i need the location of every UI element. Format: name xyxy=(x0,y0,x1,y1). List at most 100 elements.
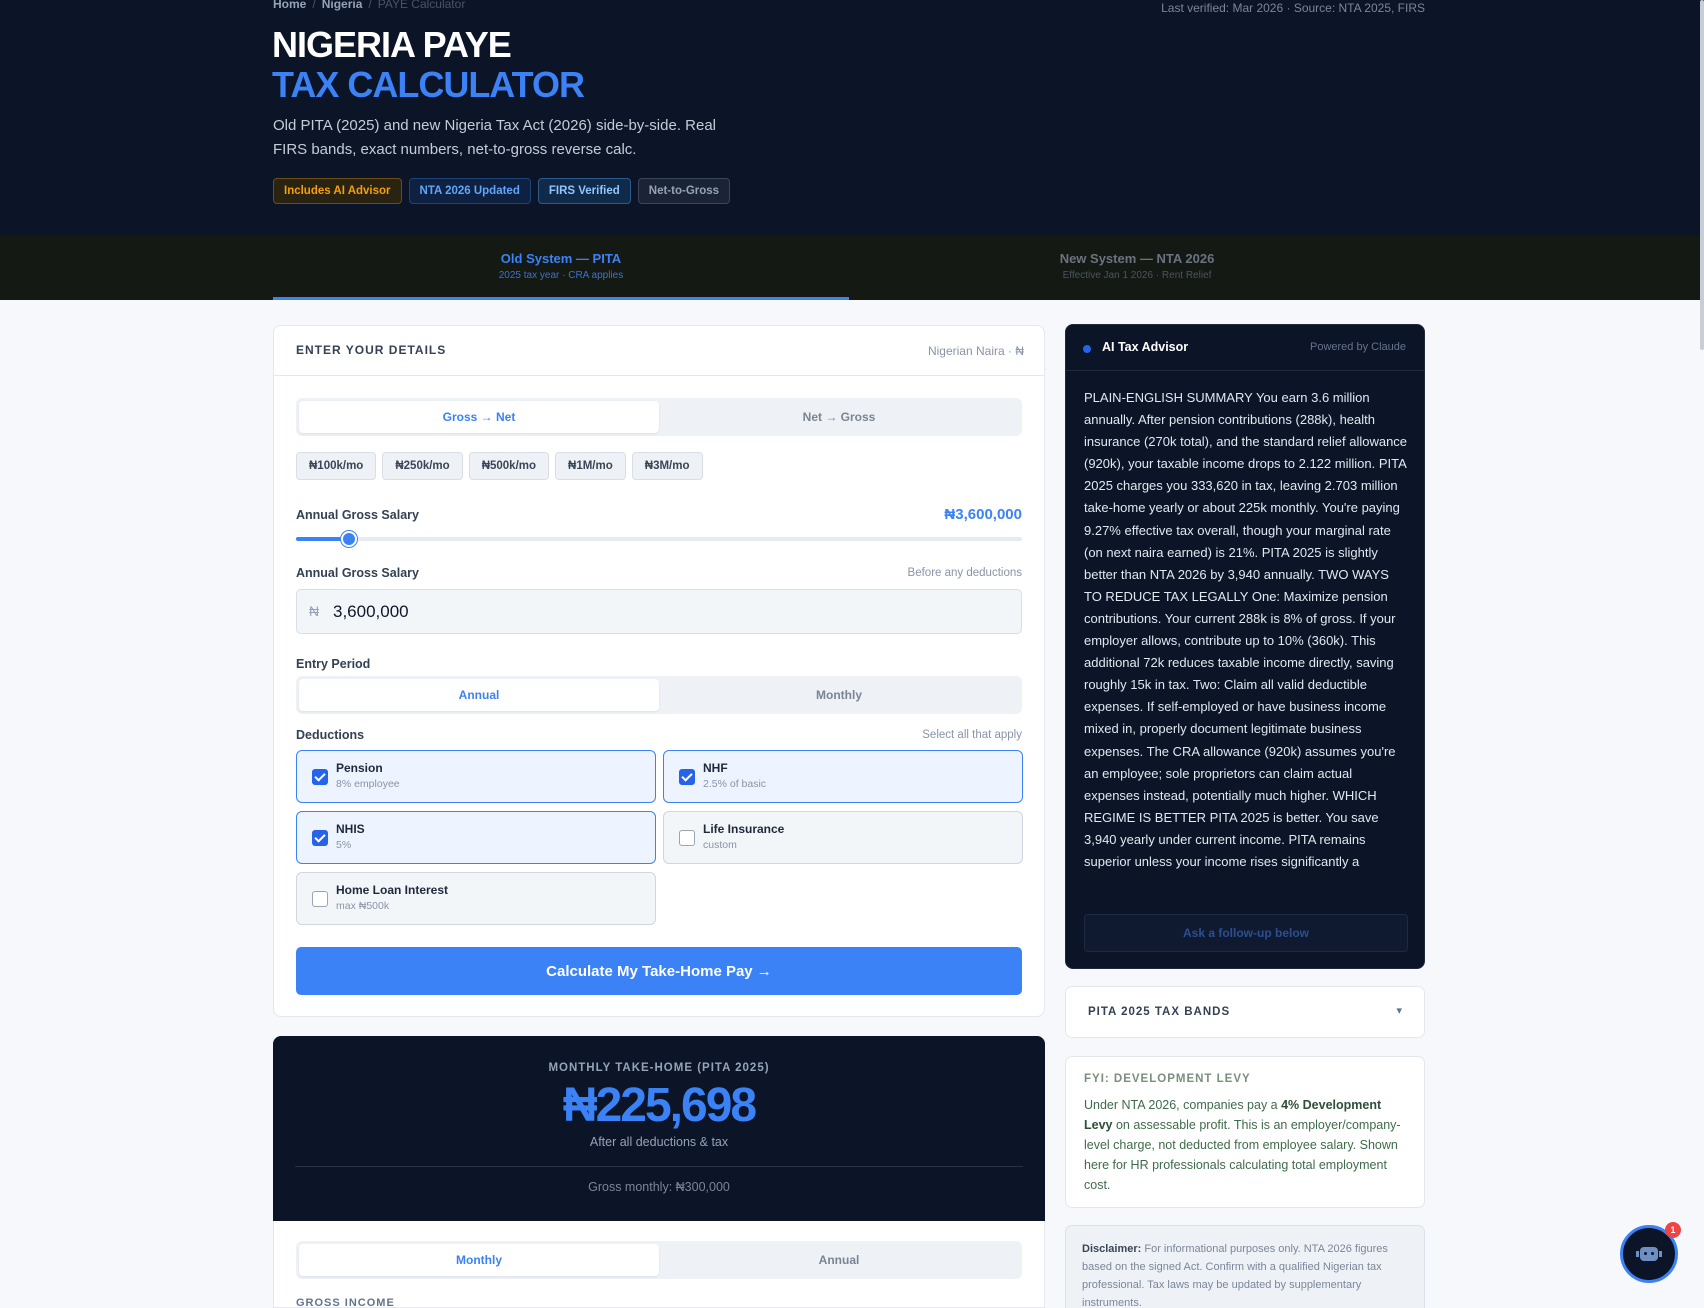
checkbox-nhf[interactable] xyxy=(679,769,695,785)
robot-icon xyxy=(1640,1247,1658,1261)
checkbox-life-insurance[interactable] xyxy=(679,830,695,846)
tax-bands-accordion[interactable]: PITA 2025 TAX BANDS ▾ xyxy=(1065,986,1425,1038)
gross-income-heading: GROSS INCOME xyxy=(296,1297,395,1308)
breadcrumb: Home / Nigeria / PAYE Calculator xyxy=(273,0,465,11)
development-levy-note: FYI: DEVELOPMENT LEVY Under NTA 2026, co… xyxy=(1065,1056,1425,1208)
input-hint: Before any deductions xyxy=(907,567,1022,579)
period-monthly-option[interactable]: Monthly xyxy=(659,679,1019,711)
deduction-nhf[interactable]: NHF 2.5% of basic xyxy=(663,750,1023,803)
ai-advice-text[interactable]: PLAIN-ENGLISH SUMMARY You earn 3.6 milli… xyxy=(1084,387,1409,897)
status-dot-icon xyxy=(1083,345,1091,353)
details-title: ENTER YOUR DETAILS xyxy=(296,343,447,357)
details-card-header: ENTER YOUR DETAILS Nigerian Naira · ₦ xyxy=(274,326,1044,376)
tab-sublabel: Effective Jan 1 2026 · Rent Relief xyxy=(1062,270,1212,281)
tab-sublabel: 2025 tax year · CRA applies xyxy=(498,270,624,281)
period-toggle: Annual Monthly xyxy=(296,676,1022,714)
net-to-gross-option[interactable]: Net → Gross xyxy=(659,401,1019,433)
deduction-pension[interactable]: Pension 8% employee xyxy=(296,750,656,803)
robot-ear xyxy=(1659,1251,1662,1257)
ai-advisor-title: AI Tax Advisor xyxy=(1102,340,1189,354)
deduction-name: NHIS xyxy=(336,822,365,836)
preset-1m[interactable]: ₦1M/mo xyxy=(555,452,626,480)
tab-label: New System — NTA 2026 xyxy=(1059,251,1215,266)
period-annual-option[interactable]: Annual xyxy=(299,679,659,711)
powered-by: Powered by Claude xyxy=(1309,341,1406,353)
input-label: Annual Gross Salary xyxy=(296,566,419,580)
view-annual-option[interactable]: Annual xyxy=(659,1244,1019,1276)
currency-label: Nigerian Naira · ₦ xyxy=(927,344,1024,358)
preset-500k[interactable]: ₦500k/mo xyxy=(468,452,550,480)
gross-to-net-option[interactable]: Gross → Net xyxy=(299,401,659,433)
follow-up-button[interactable]: Ask a follow-up below xyxy=(1084,914,1408,952)
disclaimer-text: Disclaimer: For informational purposes o… xyxy=(1082,1240,1412,1308)
page-title-line1: NIGERIA PAYE xyxy=(272,24,512,65)
notification-count-badge: 1 xyxy=(1665,1222,1681,1238)
last-verified: Last verified: Mar 2026 · Source: NTA 20… xyxy=(1161,1,1425,15)
breakdown-panel: Monthly Annual GROSS INCOME xyxy=(273,1221,1045,1308)
period-label: Entry Period xyxy=(296,657,371,671)
deduction-sub: max ₦500k xyxy=(336,900,390,912)
fyi-text-post: on assessable profit. This is an employe… xyxy=(1084,1118,1401,1192)
ai-advisor-header: AI Tax Advisor Powered by Claude xyxy=(1066,325,1424,371)
badge-net-to-gross: Net-to-Gross xyxy=(637,178,731,204)
details-card: ENTER YOUR DETAILS Nigerian Naira · ₦ Gr… xyxy=(273,325,1045,1017)
salary-input[interactable] xyxy=(333,600,933,624)
breadcrumb-separator: / xyxy=(312,0,316,11)
deduction-name: Life Insurance xyxy=(703,822,785,836)
checkbox-home-loan-interest[interactable] xyxy=(312,891,328,907)
preset-3m[interactable]: ₦3M/mo xyxy=(631,452,703,480)
slider-value: ₦3,600,000 xyxy=(944,506,1022,523)
robot-ear xyxy=(1636,1251,1639,1257)
disclaimer-label: Disclaimer: xyxy=(1082,1243,1142,1255)
deduction-sub: 5% xyxy=(336,839,352,851)
fyi-text: Under NTA 2026, companies pay a 4% Devel… xyxy=(1084,1095,1404,1195)
result-panel: MONTHLY TAKE-HOME (PITA 2025) ₦225,698 A… xyxy=(273,1036,1045,1221)
deduction-name: NHF xyxy=(703,761,728,775)
deduction-name: Home Loan Interest xyxy=(336,883,449,897)
chevron-down-icon: ▾ xyxy=(1396,1005,1402,1017)
calculate-button[interactable]: Calculate My Take-Home Pay → xyxy=(296,947,1022,995)
tab-old-system-pita[interactable]: Old System — PITA 2025 tax year · CRA ap… xyxy=(273,235,849,300)
breadcrumb-separator: / xyxy=(368,0,372,11)
deduction-sub: custom xyxy=(703,839,737,851)
preset-100k[interactable]: ₦100k/mo xyxy=(296,452,377,480)
badge-firs-verified: FIRS Verified xyxy=(537,178,631,204)
ai-advisor-panel: AI Tax Advisor Powered by Claude PLAIN-E… xyxy=(1065,324,1425,969)
deduction-life-insurance[interactable]: Life Insurance custom xyxy=(663,811,1023,864)
badge-nta-updated: NTA 2026 Updated xyxy=(408,178,531,204)
take-home-amount: ₦225,698 xyxy=(562,1079,757,1132)
salary-presets: ₦100k/mo ₦250k/mo ₦500k/mo ₦1M/mo ₦3M/mo xyxy=(296,452,703,480)
deduction-name: Pension xyxy=(336,761,383,775)
breadcrumb-country[interactable]: Nigeria xyxy=(322,0,363,11)
breakdown-view-toggle: Monthly Annual xyxy=(296,1241,1022,1279)
page-title-line2: TAX CALCULATOR xyxy=(272,64,585,105)
direction-toggle: Gross → Net Net → Gross xyxy=(296,398,1022,436)
system-tab-bar: Old System — PITA 2025 tax year · CRA ap… xyxy=(0,235,1704,300)
chat-bot-button[interactable]: 1 xyxy=(1620,1222,1681,1283)
result-label: MONTHLY TAKE-HOME (PITA 2025) xyxy=(548,1062,770,1074)
tab-label: Old System — PITA xyxy=(500,251,622,266)
hero-lead: Old PITA (2025) and new Nigeria Tax Act … xyxy=(273,117,716,158)
tax-bands-title: PITA 2025 TAX BANDS xyxy=(1088,1006,1231,1018)
gross-monthly: Gross monthly: ₦300,000 xyxy=(588,1180,730,1194)
page-scrollbar[interactable] xyxy=(1700,0,1704,350)
slider-label: Annual Gross Salary xyxy=(296,508,419,522)
badge-ai-advisor: Includes AI Advisor xyxy=(273,178,402,204)
deductions-hint: Select all that apply xyxy=(922,729,1022,741)
result-subtitle: After all deductions & tax xyxy=(589,1135,729,1149)
fyi-title: FYI: DEVELOPMENT LEVY xyxy=(1084,1073,1251,1085)
checkbox-nhis[interactable] xyxy=(312,830,328,846)
deduction-sub: 2.5% of basic xyxy=(703,778,767,790)
breadcrumb-home[interactable]: Home xyxy=(273,0,306,11)
preset-250k[interactable]: ₦250k/mo xyxy=(382,452,463,480)
divider xyxy=(295,1166,1023,1167)
hero: Home / Nigeria / PAYE Calculator Last verifi… xyxy=(0,0,1704,235)
tab-new-system-nta[interactable]: New System — NTA 2026 Effective Jan 1 20… xyxy=(849,235,1425,300)
naira-symbol: ₦ xyxy=(309,603,320,619)
view-monthly-option[interactable]: Monthly xyxy=(299,1244,659,1276)
slider-handle[interactable] xyxy=(340,531,357,547)
deduction-home-loan-interest[interactable]: Home Loan Interest max ₦500k xyxy=(296,872,656,925)
checkbox-pension[interactable] xyxy=(312,769,328,785)
salary-slider[interactable] xyxy=(296,531,1022,547)
deduction-nhis[interactable]: NHIS 5% xyxy=(296,811,656,864)
